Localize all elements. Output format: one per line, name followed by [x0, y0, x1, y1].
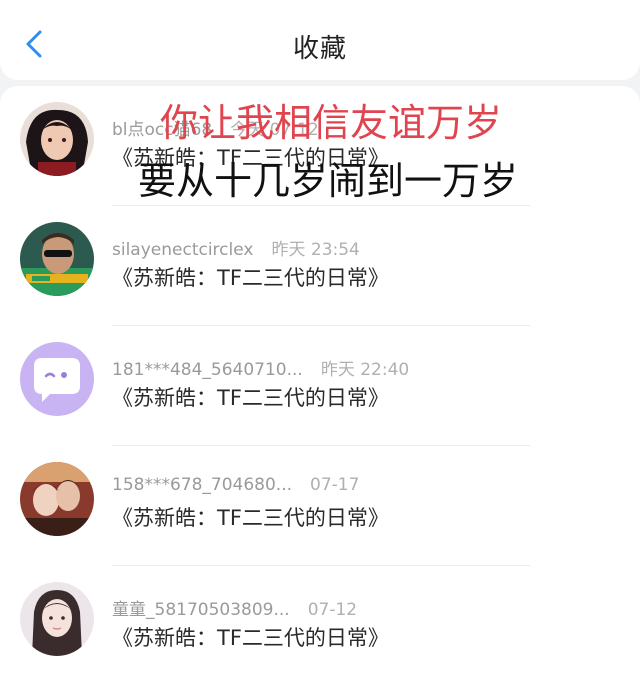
item-meta: 158***678_704680... 07-17 — [112, 475, 359, 495]
item-text: 《苏新皓：TF二三代的日常》 — [112, 146, 389, 170]
list-item[interactable]: 158***678_704680... 07-17 《苏新皓：TF二三代的日常》 — [0, 446, 640, 566]
avatar[interactable] — [20, 342, 94, 416]
timestamp: 昨天 22:40 — [320, 360, 410, 380]
couple-photo-avatar-icon — [20, 462, 94, 536]
chat-bubble-avatar-icon — [20, 342, 94, 416]
item-text: 《苏新皓：TF二三代的日常》 — [112, 506, 389, 530]
item-text: 《苏新皓：TF二三代的日常》 — [112, 626, 389, 650]
timestamp: 今天 07:12 — [230, 120, 319, 140]
avatar[interactable] — [20, 582, 94, 656]
top-bar: 收藏 — [0, 0, 640, 80]
girl-photo-avatar-icon — [20, 582, 94, 656]
timestamp: 07-17 — [310, 475, 360, 495]
item-meta: silayenectcirclex 昨天 23:54 — [112, 235, 360, 260]
list-item[interactable]: silayenectcirclex 昨天 23:54 《苏新皓：TF二三代的日常》 — [0, 206, 640, 326]
item-text: 《苏新皓：TF二三代的日常》 — [112, 266, 389, 290]
username: 158***678_704680... — [112, 475, 293, 495]
timestamp: 昨天 23:54 — [271, 240, 360, 260]
item-meta: 181***484_5640710... 昨天 22:40 — [112, 355, 409, 380]
page-title: 收藏 — [292, 34, 347, 64]
list-item[interactable]: bl点occ猫68 今天 07:12 《苏新皓：TF二三代的日常》 — [0, 86, 640, 206]
username: bl点occ猫68 — [112, 120, 213, 140]
favorites-list: bl点occ猫68 今天 07:12 《苏新皓：TF二三代的日常》 silayen — [0, 86, 640, 677]
item-meta: 童童_58170503809... 07-12 — [112, 595, 357, 620]
avatar[interactable] — [20, 462, 94, 536]
list-item[interactable]: 181***484_5640710... 昨天 22:40 《苏新皓：TF二三代的… — [0, 326, 640, 446]
sunglasses-photo-avatar-icon — [20, 222, 94, 296]
item-meta: bl点occ猫68 今天 07:12 — [112, 115, 319, 140]
dark-haired-anime-avatar-icon — [20, 102, 94, 176]
username: silayenectcirclex — [112, 240, 254, 260]
avatar[interactable] — [20, 222, 94, 296]
item-text: 《苏新皓：TF二三代的日常》 — [112, 386, 389, 410]
username: 181***484_5640710... — [112, 360, 303, 380]
username: 童童_58170503809... — [112, 600, 290, 620]
avatar[interactable] — [20, 102, 94, 176]
favorites-screen: 收藏 bl点occ猫68 今天 07:12 《苏新皓：TF二三代的日常》 sil… — [0, 0, 640, 677]
list-item[interactable]: 童童_58170503809... 07-12 《苏新皓：TF二三代的日常》 — [0, 566, 640, 677]
timestamp: 07-12 — [307, 600, 358, 620]
